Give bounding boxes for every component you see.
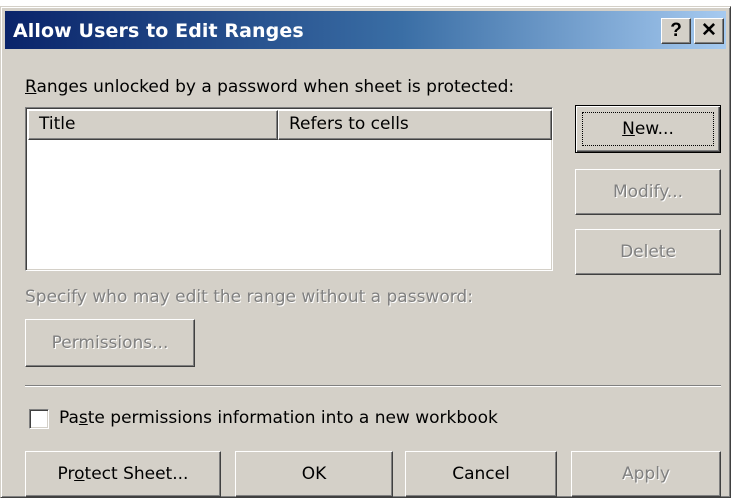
dialog-title: Allow Users to Edit Ranges — [13, 20, 304, 42]
cancel-button[interactable]: Cancel — [405, 451, 557, 497]
allow-users-edit-ranges-dialog: Allow Users to Edit Ranges ? ✕ Ranges un… — [0, 6, 731, 498]
paste-permissions-label[interactable]: Paste permissions information into a new… — [59, 408, 498, 428]
protect-sheet-button[interactable]: Protect Sheet... — [25, 451, 221, 497]
new-button[interactable]: New... — [575, 105, 721, 153]
ranges-label: Ranges unlocked by a password when sheet… — [25, 77, 515, 97]
close-button[interactable]: ✕ — [694, 18, 724, 44]
help-icon: ? — [670, 20, 682, 41]
delete-button[interactable]: Delete — [575, 229, 721, 275]
apply-button[interactable]: Apply — [571, 451, 721, 497]
ranges-list[interactable]: Title Refers to cells — [25, 107, 553, 271]
title-bar: Allow Users to Edit Ranges ? ✕ — [5, 11, 726, 49]
modify-button[interactable]: Modify... — [575, 169, 721, 215]
ok-button[interactable]: OK — [235, 451, 393, 497]
focus-ring — [582, 112, 714, 146]
ranges-list-header: Title Refers to cells — [28, 110, 552, 140]
close-icon: ✕ — [701, 20, 717, 41]
permissions-label: Specify who may edit the range without a… — [25, 287, 473, 307]
help-button[interactable]: ? — [661, 18, 691, 44]
column-header-title[interactable]: Title — [28, 110, 278, 140]
separator — [25, 385, 721, 387]
column-header-refers-to-cells[interactable]: Refers to cells — [278, 110, 552, 140]
paste-permissions-checkbox[interactable] — [29, 409, 49, 429]
permissions-button[interactable]: Permissions... — [25, 319, 195, 367]
